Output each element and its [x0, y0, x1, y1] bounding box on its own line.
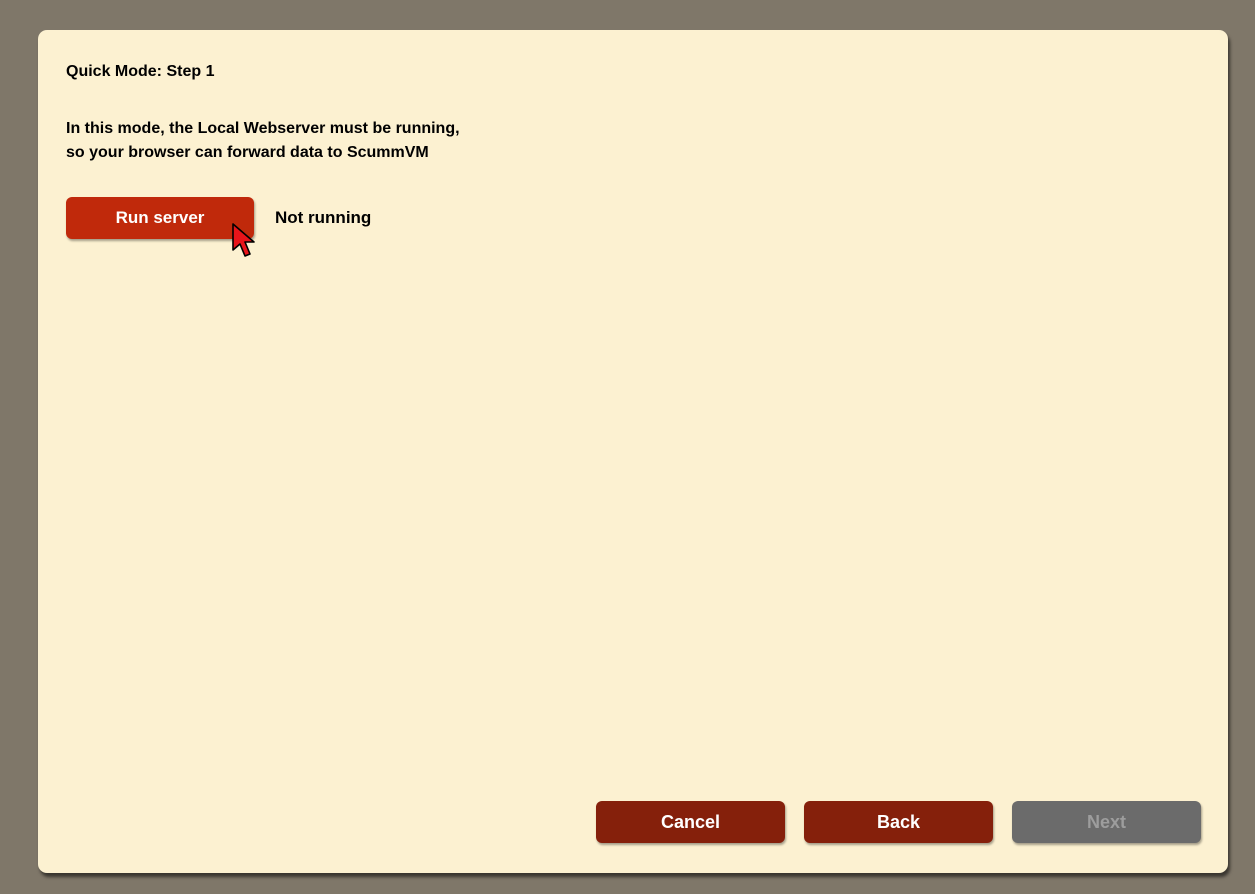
description-line-2: so your browser can forward data to Scum… [66, 144, 429, 161]
back-button[interactable]: Back [804, 801, 993, 843]
server-status-label: Not running [275, 208, 372, 227]
cancel-button[interactable]: Cancel [596, 801, 785, 843]
run-server-button[interactable]: Run server [66, 197, 254, 239]
description: In this mode, the Local Webserver must b… [66, 117, 460, 165]
dialog: Quick Mode: Step 1 In this mode, the Loc… [38, 30, 1228, 873]
next-button: Next [1012, 801, 1201, 843]
mouse-pointer-icon [232, 223, 255, 257]
description-line-1: In this mode, the Local Webserver must b… [66, 120, 460, 137]
dialog-title: Quick Mode: Step 1 [66, 63, 215, 80]
